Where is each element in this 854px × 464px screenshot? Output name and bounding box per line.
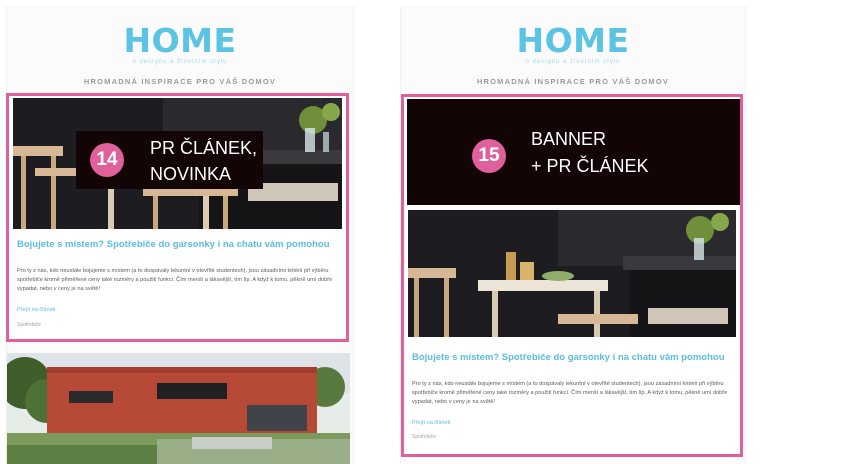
- article-body: Pro ty z nás, kdo neustále bojujeme s mí…: [17, 268, 333, 292]
- newsletter-tagline: HROMADNÁ INSPIRACE PRO VÁŠ DOMOV: [476, 77, 670, 86]
- article-link[interactable]: Přejít na článek: [412, 420, 451, 426]
- home-logo: HOME: [516, 21, 630, 60]
- banner-pr-article-block[interactable]: 15 BANNER + PR ČLÁNEK Bojujete s místem?…: [401, 94, 743, 457]
- label-line-1: BANNER: [531, 129, 607, 149]
- label-line-1: PR ČLÁNEK,: [150, 138, 258, 158]
- house-photo: [7, 353, 350, 464]
- home-logo: HOME: [123, 21, 237, 60]
- ad-type-label-14: 14 PR ČLÁNEK, NOVINKA: [76, 131, 263, 189]
- ad-type-label-15: 15 BANNER + PR ČLÁNEK: [407, 99, 740, 205]
- article-body: Pro ty z nás, kdo neustále bojujeme s mí…: [412, 381, 728, 405]
- number-badge: 14: [90, 143, 124, 177]
- article-link[interactable]: Přejít na článek: [17, 307, 56, 313]
- number-badge: 15: [472, 139, 506, 173]
- article-category: Spotřebiče: [17, 322, 41, 328]
- label-line-2: NOVINKA: [150, 164, 232, 184]
- article-category: Spotřebiče: [412, 434, 436, 440]
- article-title[interactable]: Bojujete s místem? Spotřebiče do garsonk…: [412, 352, 730, 363]
- logo-subtitle: o designu a životním stylu: [525, 59, 621, 65]
- label-line-2: + PR ČLÁNEK: [531, 156, 649, 176]
- logo-subtitle: o designu a životním stylu: [132, 59, 228, 65]
- kitchen-photo: [408, 210, 736, 337]
- article-title[interactable]: Bojujete s místem? Spotřebiče do garsonk…: [17, 239, 336, 250]
- newsletter-tagline: HROMADNÁ INSPIRACE PRO VÁŠ DOMOV: [83, 77, 277, 86]
